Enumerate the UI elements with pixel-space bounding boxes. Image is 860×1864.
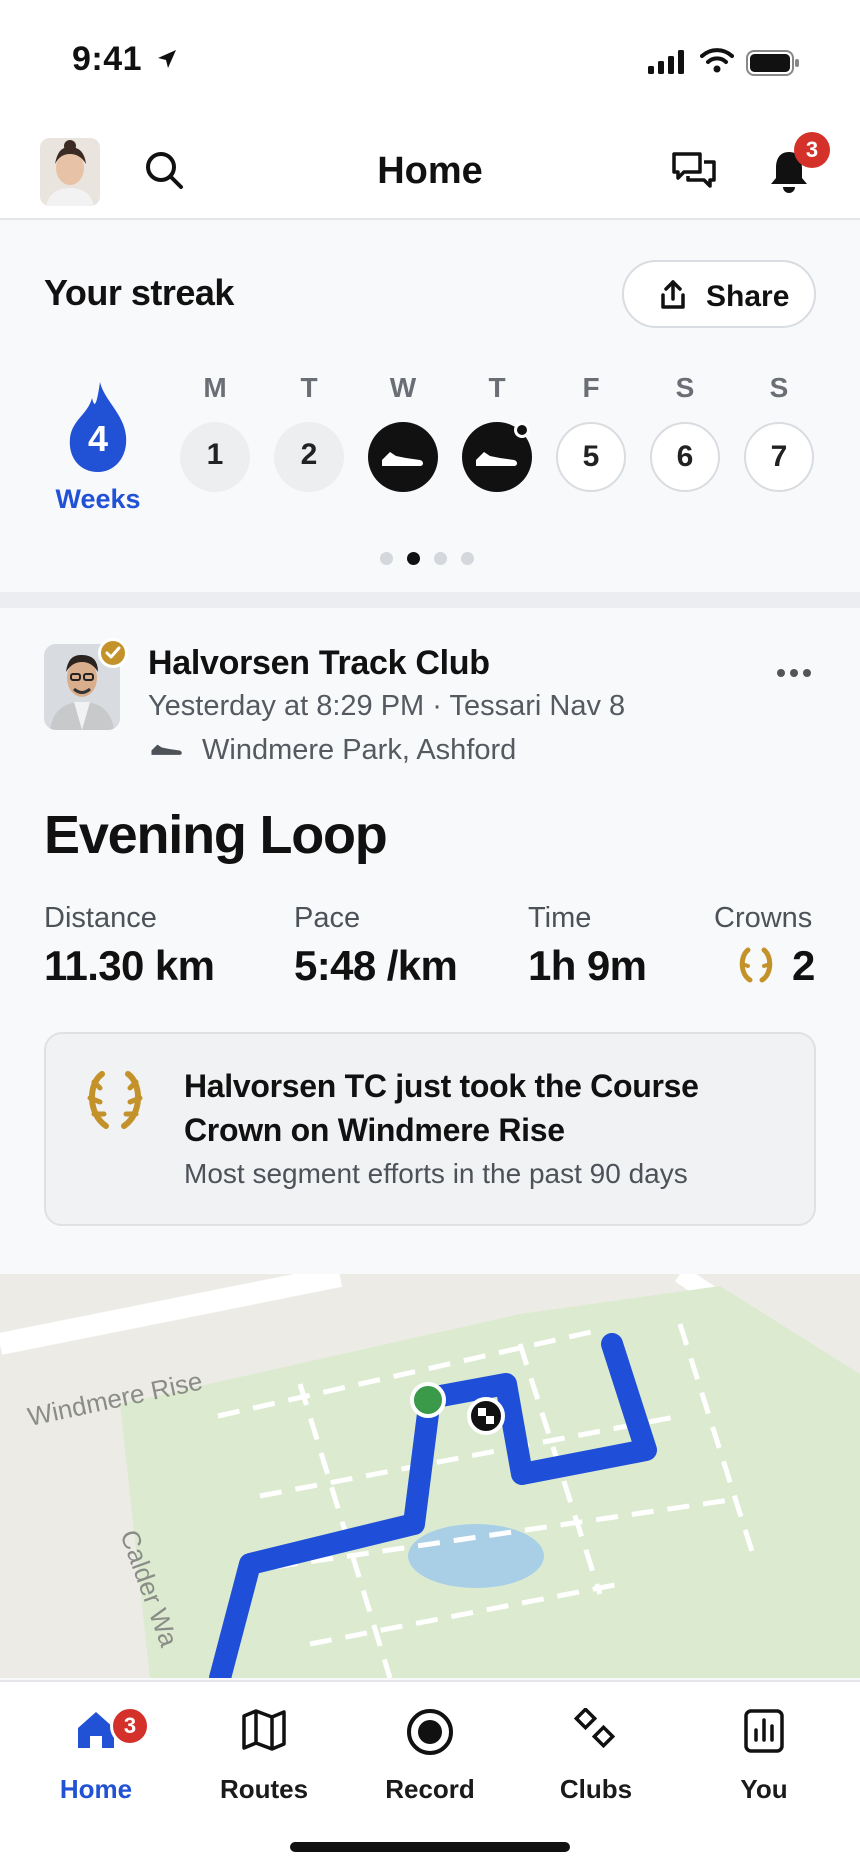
pond bbox=[408, 1524, 544, 1588]
clubs-icon bbox=[573, 1706, 616, 1749]
crowns-label: Crowns bbox=[714, 902, 813, 934]
location-arrow-icon bbox=[158, 50, 176, 68]
wifi-icon bbox=[700, 48, 734, 73]
notifications-button[interactable]: 3 bbox=[768, 132, 830, 199]
verified-badge bbox=[98, 638, 128, 668]
tab-you[interactable]: You bbox=[680, 1682, 848, 1812]
tab-label: Home bbox=[59, 1774, 133, 1804]
more-options-icon[interactable] bbox=[776, 668, 812, 678]
map-icon bbox=[242, 1709, 286, 1751]
share-icon bbox=[661, 280, 685, 309]
home-badge: 3 bbox=[110, 1706, 150, 1746]
streak-unit: Weeks bbox=[55, 484, 141, 514]
today-dot bbox=[514, 422, 530, 438]
time-value: 1h 9m bbox=[528, 942, 647, 989]
day-circle-fri[interactable]: 5 bbox=[556, 422, 626, 492]
tab-label: Routes bbox=[219, 1774, 309, 1804]
day-circle-thu[interactable] bbox=[462, 422, 532, 492]
pace-label: Pace bbox=[294, 902, 361, 934]
tab-routes[interactable]: Routes bbox=[180, 1682, 348, 1812]
day-letter-mon: M bbox=[203, 372, 227, 403]
time-label: Time bbox=[528, 902, 592, 934]
battery-icon bbox=[746, 50, 799, 76]
section-divider bbox=[0, 592, 860, 608]
day-letter-wed: W bbox=[389, 372, 417, 403]
page-title: Home bbox=[377, 150, 483, 192]
page-dot bbox=[380, 552, 393, 565]
course-crown-callout[interactable]: Halvorsen TC just took the Course Crown … bbox=[44, 1032, 816, 1226]
page-indicator[interactable] bbox=[380, 552, 488, 570]
day-letter-thu: T bbox=[488, 372, 506, 403]
tab-label: Record bbox=[385, 1774, 475, 1804]
top-header: Home 3 bbox=[0, 120, 860, 220]
route-map[interactable]: Windmere Rise Calder Wa bbox=[0, 1274, 860, 1678]
notification-badge: 3 bbox=[794, 132, 830, 168]
callout-subtext: Most segment efforts in the past 90 days bbox=[184, 1158, 688, 1189]
day-circle-mon[interactable]: 1 bbox=[180, 422, 250, 492]
page-dot bbox=[434, 552, 447, 565]
share-label: Share bbox=[706, 280, 790, 313]
callout-headline: Halvorsen TC just took the Course Crown … bbox=[184, 1068, 699, 1148]
pace-value: 5:48 /km bbox=[294, 942, 458, 989]
day-circle-wed[interactable] bbox=[368, 422, 438, 492]
status-bar: 9:41 bbox=[0, 0, 860, 120]
activity-title[interactable]: Evening Loop bbox=[44, 804, 388, 866]
bottom-tab-bar: 3 Home Routes Record Clubs You bbox=[0, 1680, 860, 1864]
crowns-value: 2 bbox=[792, 942, 815, 989]
club-name[interactable]: Halvorsen Track Club bbox=[148, 644, 490, 683]
day-letter-fri: F bbox=[582, 372, 600, 403]
tab-label: You bbox=[740, 1774, 788, 1804]
checkmark-icon bbox=[105, 646, 121, 659]
activity-meta: Yesterday at 8:29 PM · Tessari Nav 8 bbox=[148, 690, 626, 722]
cellular-signal-icon bbox=[648, 50, 684, 74]
day-letter-sun: S bbox=[769, 372, 789, 403]
tab-home[interactable]: 3 Home bbox=[12, 1682, 180, 1812]
day-letter-tue: T bbox=[300, 372, 318, 403]
streak-count: 4 bbox=[87, 418, 109, 459]
streak-card: Your streak Share 4 Weeks M T W T F S S … bbox=[0, 222, 860, 592]
home-indicator[interactable] bbox=[290, 1842, 570, 1852]
start-marker bbox=[410, 1382, 446, 1418]
share-button[interactable]: Share bbox=[622, 260, 816, 328]
tab-clubs[interactable]: Clubs bbox=[512, 1682, 680, 1812]
activity-location: Windmere Park, Ashford bbox=[202, 734, 517, 766]
day-circle-sat[interactable]: 6 bbox=[650, 422, 720, 492]
day-circle-tue[interactable]: 2 bbox=[274, 422, 344, 492]
map-canvas: Windmere Rise Calder Wa bbox=[0, 1274, 860, 1678]
record-icon bbox=[407, 1709, 453, 1755]
shoe-icon bbox=[151, 744, 182, 755]
tab-label: Clubs bbox=[559, 1774, 633, 1804]
shoe-icon bbox=[382, 452, 423, 466]
stats-icon bbox=[744, 1709, 784, 1753]
status-time: 9:41 bbox=[72, 40, 143, 78]
laurel-crown-icon bbox=[739, 947, 773, 983]
day-circle-sun[interactable]: 7 bbox=[744, 422, 814, 492]
tab-record[interactable]: Record bbox=[346, 1682, 514, 1812]
distance-value: 11.30 km bbox=[44, 942, 215, 989]
distance-label: Distance bbox=[44, 902, 157, 934]
messages-icon[interactable] bbox=[670, 150, 718, 192]
activity-card[interactable]: Halvorsen Track Club Yesterday at 8:29 P… bbox=[0, 608, 860, 1678]
shoe-icon bbox=[476, 452, 517, 466]
finish-marker bbox=[467, 1397, 505, 1435]
laurel-crown-icon bbox=[87, 1071, 143, 1129]
streak-title: Your streak bbox=[44, 272, 234, 313]
page-dot bbox=[461, 552, 474, 565]
day-letter-sat: S bbox=[675, 372, 695, 403]
page-dot-active bbox=[407, 552, 420, 565]
